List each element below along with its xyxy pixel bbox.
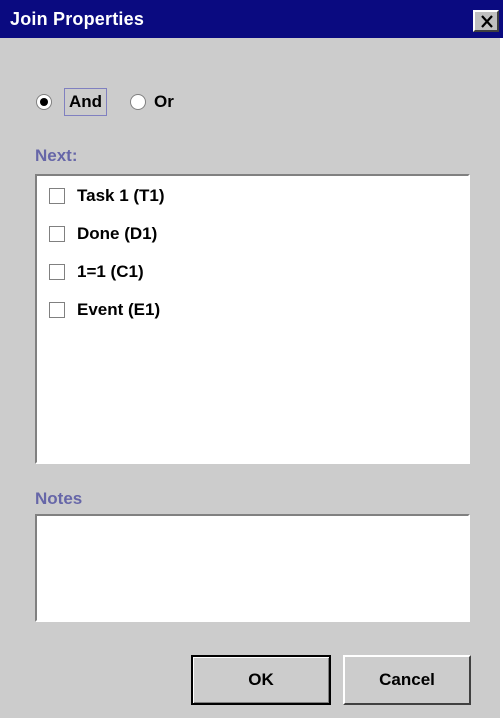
list-item-task1[interactable]: Task 1 (T1) <box>49 182 165 210</box>
list-item-label: Task 1 (T1) <box>77 186 165 205</box>
radio-or[interactable]: Or <box>130 86 174 118</box>
list-item-label: Done (D1) <box>77 224 158 243</box>
radio-and-label: And <box>69 92 103 111</box>
next-label: Next: <box>35 146 78 165</box>
close-icon <box>481 15 493 28</box>
close-button[interactable] <box>473 10 499 32</box>
window-title: Join Properties <box>10 9 145 29</box>
done-checkbox[interactable] <box>49 226 65 242</box>
list-item-event[interactable]: Event (E1) <box>49 296 160 324</box>
radio-or-button[interactable] <box>130 94 146 110</box>
notes-textarea[interactable] <box>35 514 470 622</box>
title-bar[interactable]: Join Properties <box>0 0 503 38</box>
task1-checkbox[interactable] <box>49 188 65 204</box>
cancel-button[interactable]: Cancel <box>343 655 471 705</box>
join-properties-dialog: Join Properties And Or Next: Task 1 (T1)… <box>0 0 503 718</box>
next-list[interactable]: Task 1 (T1) Done (D1) 1=1 (C1) Event (E1… <box>35 174 470 464</box>
condition-checkbox[interactable] <box>49 264 65 280</box>
radio-and-focus: And <box>64 88 108 116</box>
list-item-condition[interactable]: 1=1 (C1) <box>49 258 144 286</box>
list-item-done[interactable]: Done (D1) <box>49 220 157 248</box>
notes-label: Notes <box>35 489 83 508</box>
radio-and-button[interactable] <box>36 94 52 110</box>
radio-and[interactable]: And <box>36 86 108 118</box>
event-checkbox[interactable] <box>49 302 65 318</box>
radio-or-label: Or <box>154 92 174 111</box>
list-item-label: Event (E1) <box>77 300 161 319</box>
list-item-label: 1=1 (C1) <box>77 262 144 281</box>
ok-button[interactable]: OK <box>191 655 331 705</box>
